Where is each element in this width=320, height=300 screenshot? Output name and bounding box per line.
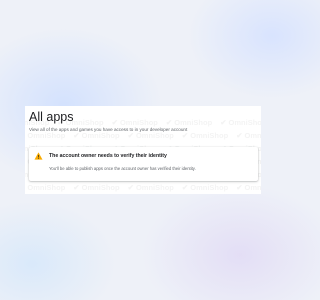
alert-title: The account owner needs to verify their … [49, 153, 167, 159]
watermark-text: ✔ OmniShop [25, 131, 66, 140]
watermark-text: ✔ OmniShop [73, 131, 120, 140]
watermark-text: ✔ OmniShop [127, 183, 174, 192]
all-apps-panel: ✔ OmniShop ✔ OmniShop ✔ OmniShop ✔ OmniShop… [25, 106, 261, 194]
page-title: All apps [29, 110, 74, 124]
watermark-text: ✔ OmniShop [181, 183, 229, 192]
watermark-text: ✔ OmniShop [111, 118, 158, 127]
verification-alert-card: The account owner needs to verify their … [29, 147, 258, 181]
watermark-text: ✔ OmniShop [181, 131, 229, 140]
watermark-text: ✔ OmniShop [236, 131, 261, 140]
watermark-text: ✔ OmniShop [220, 118, 261, 127]
watermark-text: ✔ OmniShop [165, 118, 213, 127]
watermark-text: ✔ OmniShop [25, 183, 66, 192]
watermark-text: ✔ OmniShop [127, 131, 174, 140]
watermark-text: ✔ OmniShop [236, 183, 261, 192]
watermark-text: ✔ OmniShop [73, 183, 120, 192]
page-subtitle: View all of the apps and games you have … [29, 127, 188, 132]
alert-message: You'll be able to publish apps once the … [49, 166, 196, 171]
warning-icon [34, 152, 43, 160]
